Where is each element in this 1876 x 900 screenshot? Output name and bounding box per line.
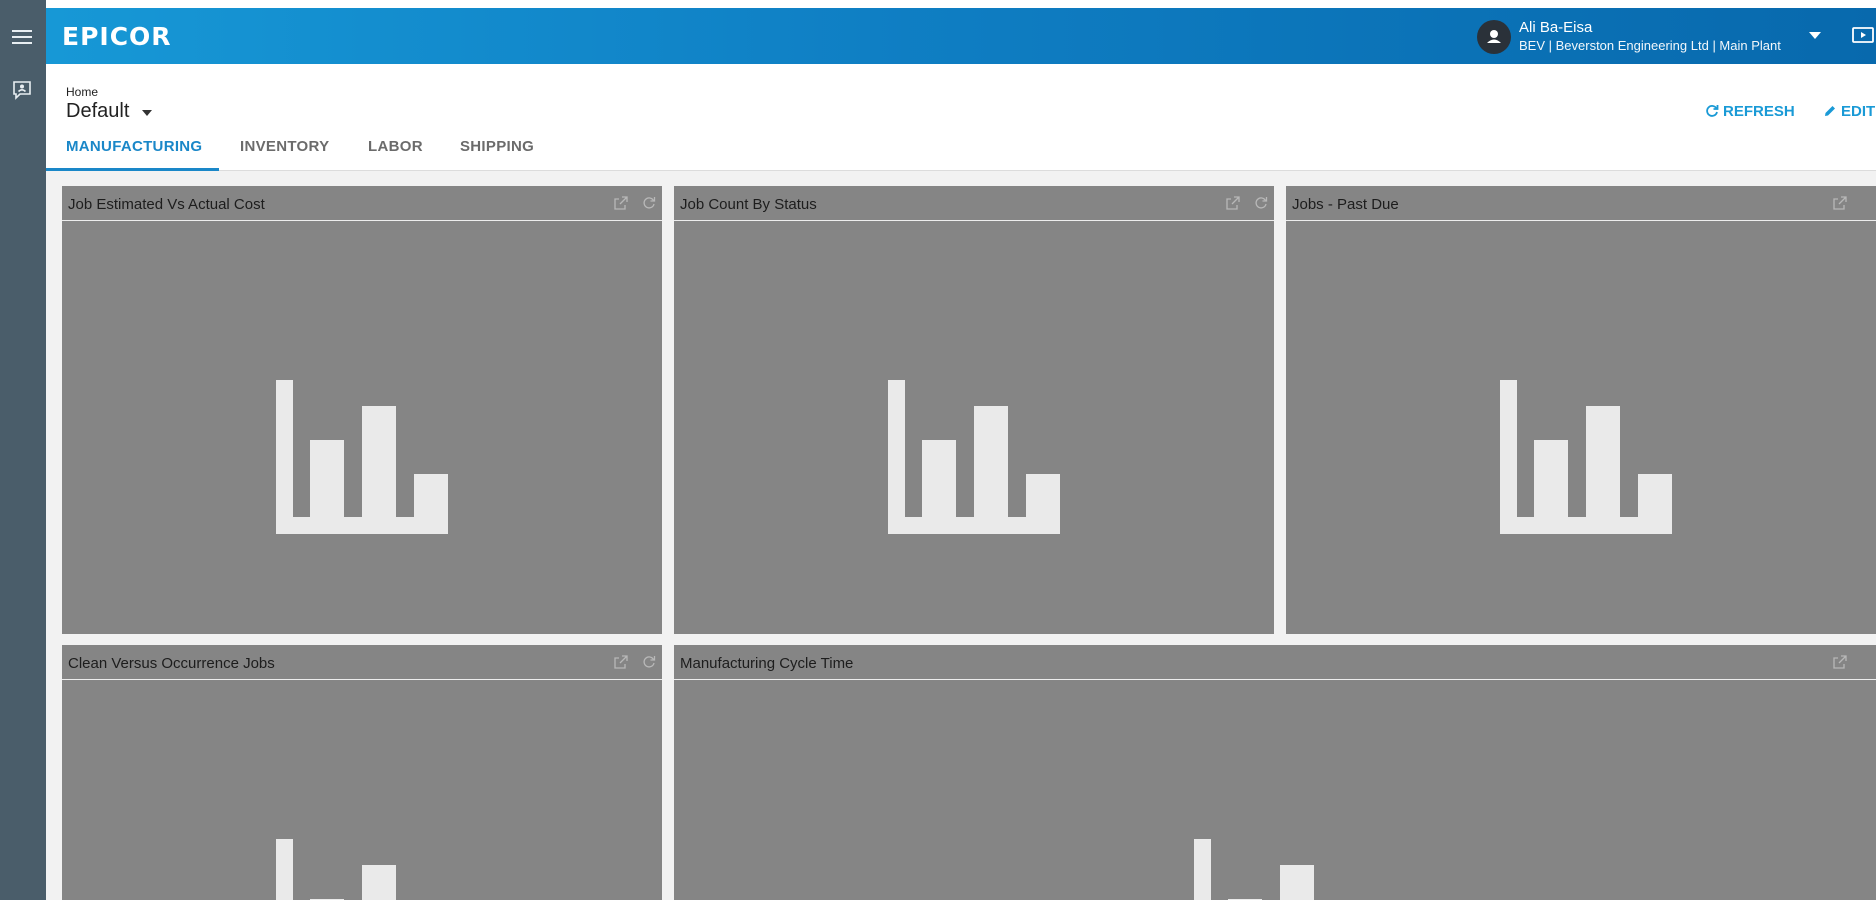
hamburger-menu-icon[interactable]	[12, 30, 32, 44]
panel-clean-versus-occurrence-jobs: Clean Versus Occurrence Jobs	[62, 645, 662, 900]
page-title[interactable]: Default	[66, 100, 129, 123]
panel-manufacturing-cycle-time: Manufacturing Cycle Time	[674, 645, 1876, 900]
panel-refresh-icon[interactable]	[642, 655, 656, 669]
panel-refresh-icon[interactable]	[642, 196, 656, 210]
breadcrumb[interactable]: Home	[66, 85, 98, 99]
panel-header: Clean Versus Occurrence Jobs	[62, 645, 662, 680]
tab-labor[interactable]: LABOR	[368, 138, 423, 167]
user-company-site[interactable]: BEV | Beverston Engineering Ltd | Main P…	[1519, 38, 1781, 53]
bar-chart-placeholder-icon	[1194, 839, 1314, 900]
edit-button[interactable]: EDIT	[1823, 103, 1875, 120]
refresh-button[interactable]: REFRESH	[1705, 103, 1795, 120]
open-external-icon[interactable]	[614, 655, 628, 669]
pencil-icon	[1825, 106, 1835, 116]
bar-chart-placeholder-icon	[888, 380, 1060, 534]
panel-refresh-icon[interactable]	[1254, 196, 1268, 210]
panel-job-estimated-vs-actual-cost: Job Estimated Vs Actual Cost	[62, 186, 662, 634]
panel-title: Manufacturing Cycle Time	[680, 655, 854, 672]
panel-jobs-past-due: Jobs - Past Due	[1286, 186, 1876, 634]
panel-title: Clean Versus Occurrence Jobs	[68, 655, 275, 672]
dashboard-tabs: MANUFACTURING INVENTORY LABOR SHIPPING	[46, 130, 1876, 171]
tab-inventory[interactable]: INVENTORY	[240, 138, 329, 167]
panel-title: Jobs - Past Due	[1292, 196, 1399, 213]
bar-chart-placeholder-icon	[276, 380, 448, 534]
edit-button-label: EDIT	[1841, 103, 1876, 120]
feedback-icon[interactable]	[12, 80, 32, 100]
user-name[interactable]: Ali Ba-Eisa	[1519, 19, 1592, 36]
panel-title: Job Estimated Vs Actual Cost	[68, 196, 265, 213]
open-external-icon[interactable]	[1833, 655, 1847, 669]
panel-header: Job Estimated Vs Actual Cost	[62, 186, 662, 221]
refresh-button-label: REFRESH	[1723, 103, 1795, 120]
open-external-icon[interactable]	[1833, 196, 1847, 210]
presentation-mode-icon[interactable]	[1852, 26, 1874, 46]
open-external-icon[interactable]	[1226, 196, 1240, 210]
panel-header: Job Count By Status	[674, 186, 1274, 221]
panel-header: Manufacturing Cycle Time	[674, 645, 1876, 680]
user-menu-chevron-down-icon[interactable]	[1809, 32, 1821, 39]
tab-manufacturing[interactable]: MANUFACTURING	[66, 138, 202, 167]
refresh-icon	[1706, 105, 1719, 117]
layout-dropdown-chevron-down-icon[interactable]	[142, 110, 152, 116]
tab-shipping[interactable]: SHIPPING	[460, 138, 534, 167]
top-bar: EPICOR Ali Ba-Eisa BEV | Beverston Engin…	[46, 8, 1876, 64]
panel-header: Jobs - Past Due	[1286, 186, 1876, 221]
left-rail	[0, 0, 46, 900]
user-avatar-icon[interactable]	[1477, 20, 1511, 54]
bar-chart-placeholder-icon	[1500, 380, 1672, 534]
epicor-logo[interactable]: EPICOR	[62, 22, 172, 51]
dashboard-canvas: Job Estimated Vs Actual Cost Job Count B…	[46, 171, 1876, 900]
panel-title: Job Count By Status	[680, 196, 817, 213]
open-external-icon[interactable]	[614, 196, 628, 210]
panel-job-count-by-status: Job Count By Status	[674, 186, 1274, 634]
bar-chart-placeholder-icon	[276, 839, 396, 900]
